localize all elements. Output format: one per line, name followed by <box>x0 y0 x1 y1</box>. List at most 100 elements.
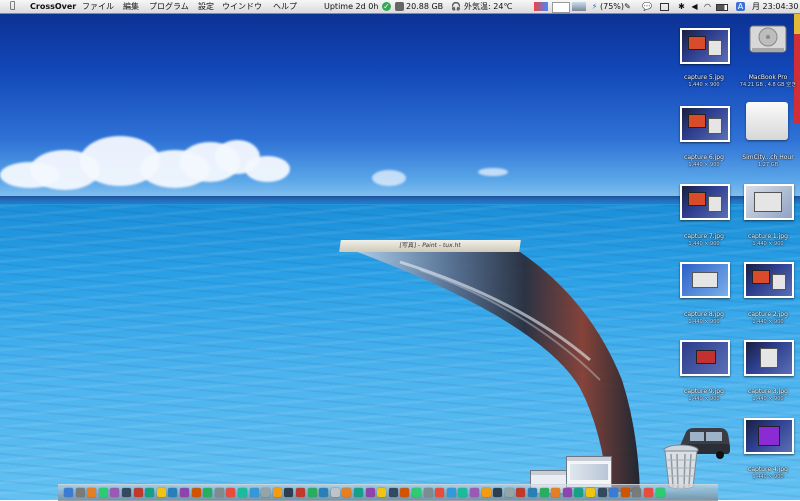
dock-app-icon[interactable] <box>133 488 143 497</box>
disk-free-text[interactable]: 20.88 GB <box>406 0 443 13</box>
dock-app-icon[interactable] <box>354 488 363 497</box>
dock-app-icon[interactable] <box>365 488 375 497</box>
icon-label: capture 7.jpg <box>684 233 724 240</box>
dock-app-icon[interactable] <box>620 488 630 497</box>
input-method-icon[interactable]: A <box>736 2 745 11</box>
image-thumbnail <box>744 262 794 298</box>
calendar-icon[interactable] <box>552 2 570 13</box>
dock-app-icon[interactable] <box>75 488 85 497</box>
dock-app-icon[interactable] <box>272 488 282 497</box>
dock-app-icon[interactable] <box>110 488 120 497</box>
menu-file[interactable]: ファイル <box>82 0 114 13</box>
dock-app-icon[interactable] <box>156 488 166 497</box>
lightning-icon[interactable]: ⚡ <box>590 2 599 11</box>
battery-percent[interactable]: (75%) <box>600 0 624 13</box>
dock-app-icon[interactable] <box>296 488 305 497</box>
menu-help[interactable]: ヘルプ <box>273 0 297 13</box>
icon-label: capture 1.jpg <box>748 233 788 240</box>
icon-sublabel: 1,440 × 900 <box>752 396 784 402</box>
battery-icon[interactable] <box>716 4 728 11</box>
image-thumbnail <box>680 340 730 376</box>
icon-label: capture 3.jpg <box>748 388 788 395</box>
cloud <box>372 170 406 186</box>
icon-sublabel: 1,440 × 900 <box>688 396 720 402</box>
dock-app-icon[interactable] <box>539 488 549 497</box>
dock-app-icon[interactable] <box>562 488 572 497</box>
menu-clock[interactable]: 月 23:04:30 <box>752 0 798 13</box>
dock-app-icon[interactable] <box>470 488 479 497</box>
dock-app-icon[interactable] <box>400 488 410 497</box>
network-graph-icon[interactable] <box>534 2 548 11</box>
bluetooth-icon[interactable]: ✱ <box>677 2 686 11</box>
icon-sublabel: 1,440 × 900 <box>688 162 720 168</box>
dock-app-icon[interactable] <box>319 488 329 497</box>
icon-sublabel: 1,440 × 900 <box>688 82 720 88</box>
dock <box>58 484 718 501</box>
dock-app-icon[interactable] <box>191 488 201 497</box>
icon-label: capture 5.jpg <box>684 74 724 81</box>
icon-label: capture 9.jpg <box>684 388 724 395</box>
menu-window[interactable]: ウインドウ <box>222 0 262 13</box>
icon-label: capture 8.jpg <box>684 311 724 318</box>
menu-program[interactable]: プログラム <box>149 0 189 13</box>
dock-app-icon[interactable] <box>168 488 178 497</box>
volume-icon[interactable]: ◀ <box>690 2 699 11</box>
headphones-icon[interactable]: 🎧 <box>451 2 461 11</box>
chat-icon[interactable]: 💬 <box>642 2 652 11</box>
dock-app-icon[interactable] <box>504 488 514 497</box>
activity-icon[interactable] <box>572 2 586 11</box>
dock-app-icon[interactable] <box>226 488 236 497</box>
temperature-text[interactable]: 外気温: 24℃ <box>464 0 512 13</box>
uptime-text[interactable]: Uptime 2d 0h <box>324 0 378 13</box>
dock-app-icon[interactable] <box>203 488 213 497</box>
dock-app-icon[interactable] <box>284 488 294 497</box>
genie-window-title: [写真] - Paint - tux.ht <box>339 240 521 252</box>
dock-app-icon[interactable] <box>412 488 421 497</box>
icon-label: MacBook Pro <box>748 74 788 81</box>
apple-icon[interactable]:  <box>10 0 15 13</box>
dock-app-icon[interactable] <box>644 488 653 497</box>
dock-app-icon[interactable] <box>87 488 97 497</box>
image-thumbnail <box>744 418 794 454</box>
dock-app-icon[interactable] <box>528 488 537 497</box>
dock-app-icon[interactable] <box>632 488 642 497</box>
dock-app-icon[interactable] <box>214 488 224 497</box>
display-icon[interactable] <box>660 3 669 11</box>
icon-sublabel: 1,440 × 900 <box>752 474 784 480</box>
dock-app-icon[interactable] <box>551 488 561 497</box>
menu-settings[interactable]: 設定 <box>198 0 214 13</box>
dock-app-icon[interactable] <box>586 488 595 497</box>
dock-app-icon[interactable] <box>330 488 340 497</box>
script-icon[interactable]: ✎ <box>623 2 632 11</box>
dock-app-icon[interactable] <box>493 488 503 497</box>
dock-app-icon[interactable] <box>249 488 259 497</box>
status-ok-icon[interactable]: ✓ <box>382 2 391 11</box>
dock-app-icon[interactable] <box>261 488 271 497</box>
dock-app-icon[interactable] <box>458 488 468 497</box>
dock-app-icon[interactable] <box>388 488 398 497</box>
image-thumbnail <box>680 262 730 298</box>
dock-app-icon[interactable] <box>423 488 433 497</box>
icon-sublabel: 74.21 GB , 4.8 GB 空き <box>739 82 797 88</box>
dock-app-icon[interactable] <box>516 488 526 497</box>
dock-app-icon[interactable] <box>342 488 352 497</box>
wifi-icon[interactable]: ◠ <box>703 2 712 11</box>
dock-app-icon[interactable] <box>446 488 456 497</box>
dock-app-icon[interactable] <box>481 488 491 497</box>
dock-app-icon[interactable] <box>597 488 607 497</box>
dock-app-icon[interactable] <box>238 488 247 497</box>
app-menu-crossover[interactable]: CrossOver <box>30 0 76 13</box>
dock-app-icon[interactable] <box>180 488 189 497</box>
dock-app-icon[interactable] <box>98 488 108 497</box>
dock-app-icon[interactable] <box>122 488 131 497</box>
dock-app-icon[interactable] <box>307 488 317 497</box>
dock-app-icon[interactable] <box>574 488 584 497</box>
dock-app-icon[interactable] <box>377 488 387 497</box>
dock-app-icon[interactable] <box>145 488 155 497</box>
image-thumbnail <box>680 184 730 220</box>
dock-app-icon[interactable] <box>609 488 619 497</box>
dock-app-icon[interactable] <box>435 488 445 497</box>
dock-app-icon[interactable] <box>655 488 665 497</box>
dock-app-icon[interactable] <box>64 488 73 497</box>
menu-edit[interactable]: 編集 <box>123 0 139 13</box>
